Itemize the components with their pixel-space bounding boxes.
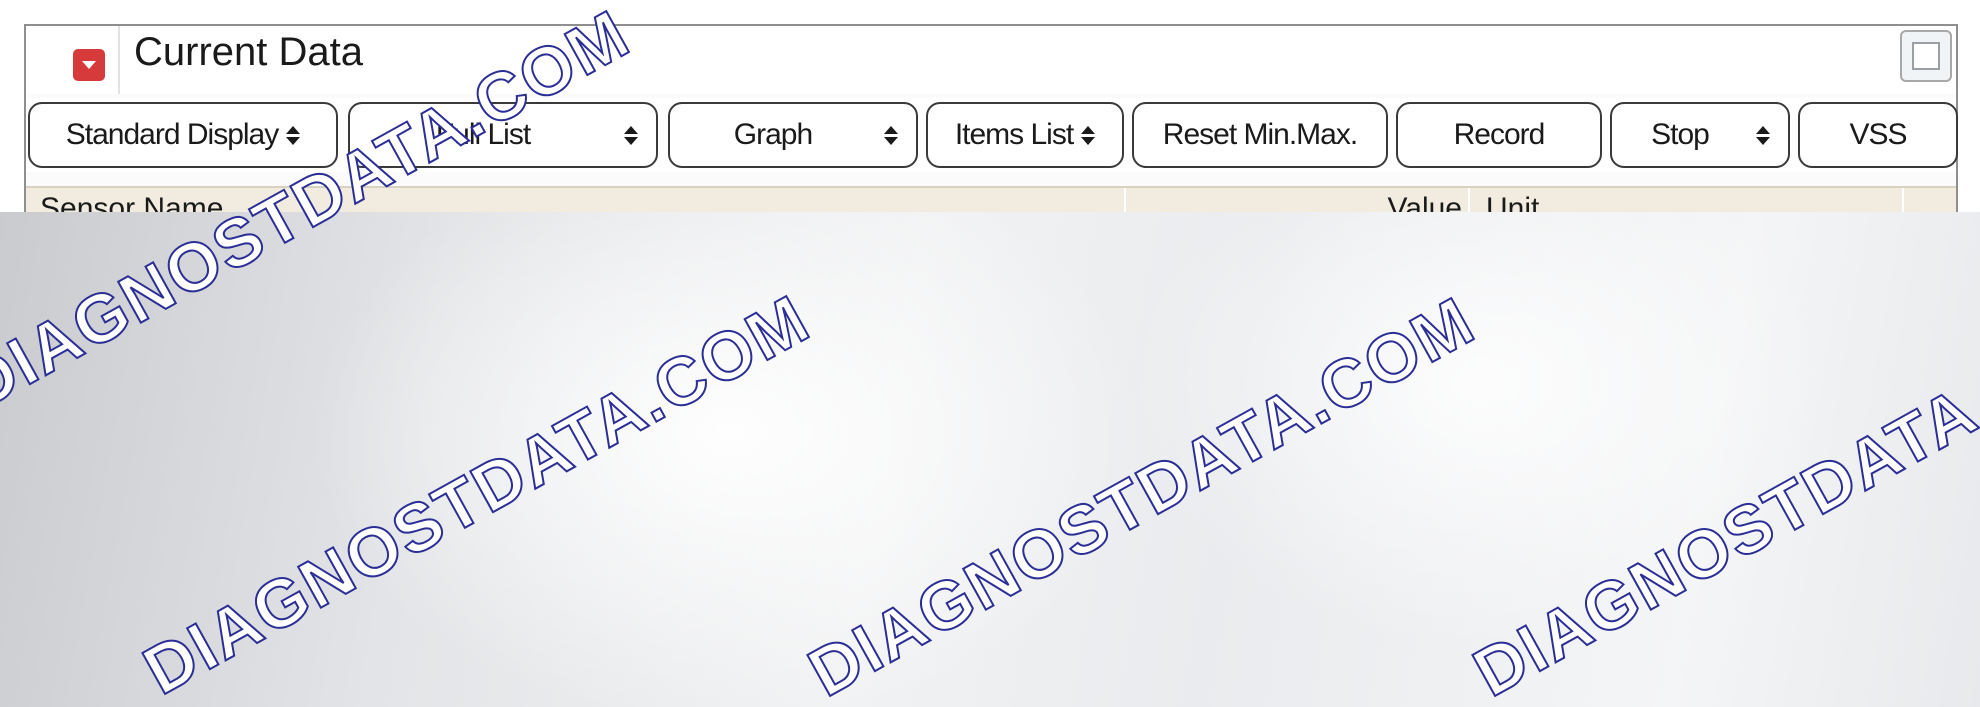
watermark-text: DIAGNOSTDATA.COM [131, 280, 823, 707]
updown-arrows-icon [884, 125, 898, 145]
record-button[interactable]: Record [1396, 102, 1602, 168]
items-list-dropdown[interactable]: Items List [926, 102, 1124, 168]
updown-arrows-icon [624, 125, 638, 145]
window-icon [1912, 42, 1940, 70]
items-list-label: Items List [954, 118, 1074, 151]
updown-arrows-icon [286, 125, 301, 145]
record-label: Record [1453, 118, 1546, 151]
window-title: Current Data [134, 30, 363, 74]
stop-dropdown[interactable]: Stop [1610, 102, 1790, 168]
window-button[interactable] [1900, 30, 1952, 82]
graph-dropdown[interactable]: Graph [668, 102, 918, 168]
watermark-text: DIAGNOSTDATA.COM [1461, 282, 1980, 707]
title-divider [118, 26, 120, 94]
updown-arrows-icon [1756, 125, 1770, 145]
standard-display-label: Standard Display [65, 118, 279, 151]
reset-min-max-label: Reset Min.Max. [1162, 118, 1358, 151]
updown-arrows-icon [1081, 125, 1096, 145]
screenshot: Current Data Standard Display Full List … [0, 0, 1980, 707]
vss-button[interactable]: VSS [1798, 102, 1958, 168]
title-bar: Current Data [26, 26, 1956, 94]
watermark-overlay: DIAGNOSTDATA.COM DIAGNOSTDATA.COM DIAGNO… [0, 0, 1980, 707]
collapse-button[interactable] [60, 36, 118, 94]
watermark-text: DIAGNOSTDATA.COM [796, 282, 1488, 707]
vss-label: VSS [1849, 118, 1907, 151]
graph-label: Graph [733, 118, 813, 151]
standard-display-dropdown[interactable]: Standard Display [28, 102, 338, 168]
reset-min-max-button[interactable]: Reset Min.Max. [1132, 102, 1388, 168]
collapse-icon [73, 49, 105, 81]
stop-label: Stop [1651, 118, 1710, 151]
